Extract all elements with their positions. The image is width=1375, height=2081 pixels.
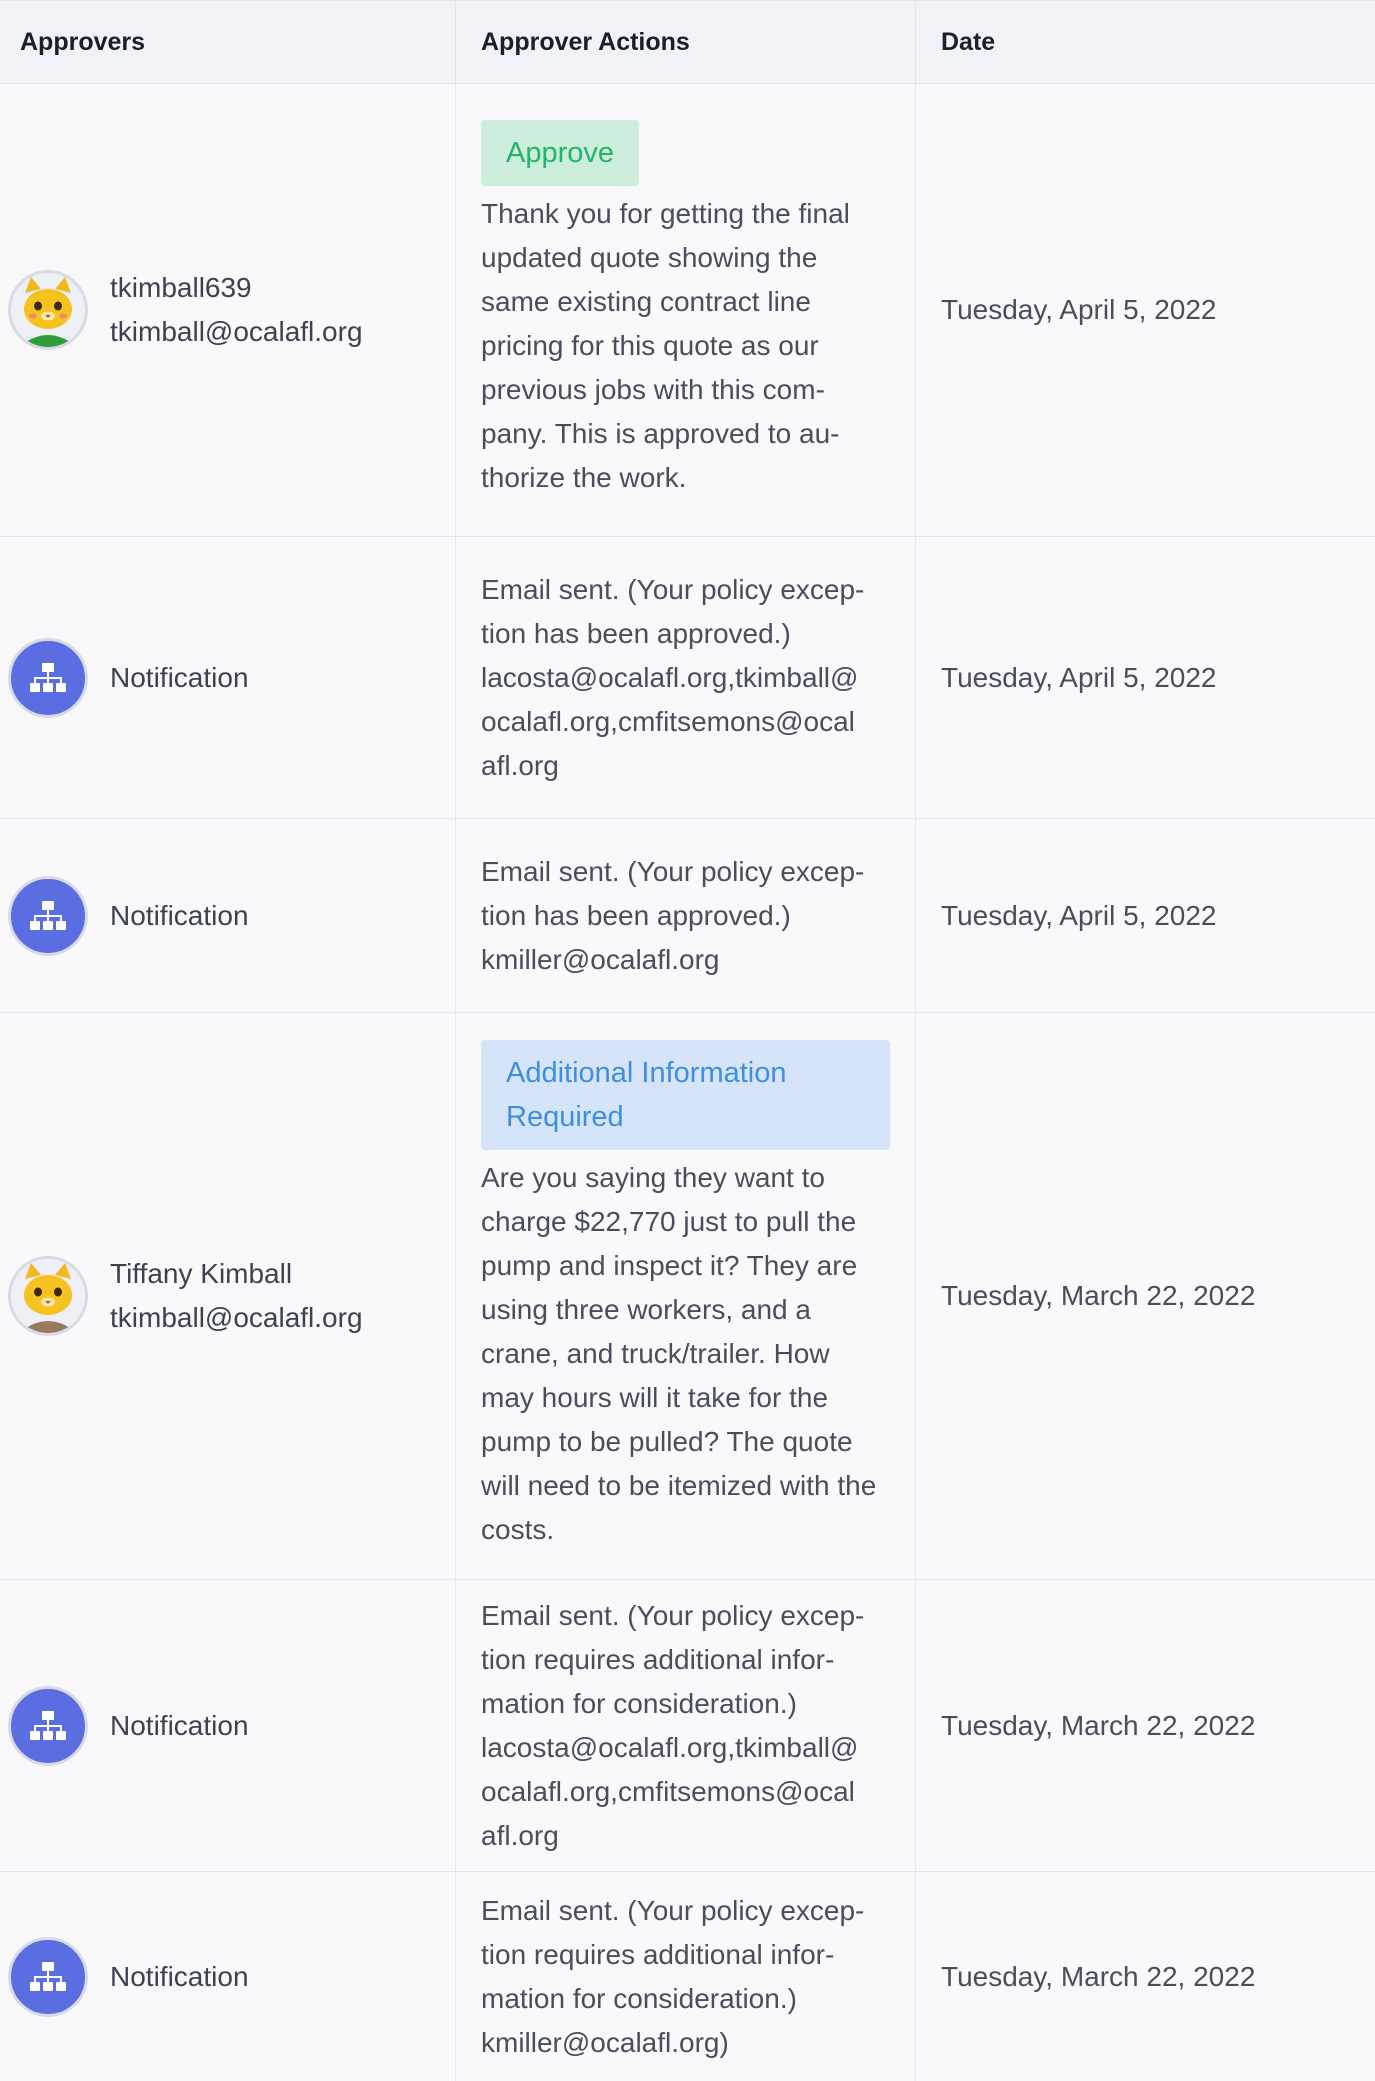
header-approver-actions[interactable]: Approver Actions bbox=[456, 1, 916, 83]
approver-name: tkimball639 bbox=[110, 272, 252, 303]
action-comment: Are you saying they want to charge $22,7… bbox=[481, 1162, 877, 1545]
workflow-icon bbox=[8, 1685, 88, 1766]
approvals-table: Approvers Approver Actions Date tkimball… bbox=[0, 0, 1375, 2081]
header-approvers[interactable]: Approvers bbox=[0, 1, 456, 83]
action-comment: Email sent. (Your policy excep-tion has … bbox=[481, 855, 865, 975]
date-cell: Tuesday, March 22, 2022 bbox=[941, 1960, 1256, 1992]
approver-cell: Notification bbox=[0, 819, 456, 1012]
action-comment: Thank you for getting the final updated … bbox=[481, 198, 850, 493]
approver-email: tkimball@ocalafl.org bbox=[110, 316, 363, 347]
additional-info-badge: Additional Information Required bbox=[481, 1040, 890, 1150]
approver-name: Notification bbox=[110, 1709, 249, 1741]
date-cell: Tuesday, April 5, 2022 bbox=[941, 899, 1217, 931]
approver-cell: Notification bbox=[0, 537, 456, 818]
date-cell: Tuesday, April 5, 2022 bbox=[941, 661, 1217, 693]
approver-cell: Notification bbox=[0, 1580, 456, 1871]
cat-avatar-icon bbox=[8, 1256, 88, 1336]
table-row: Tiffany Kimball tkimball@ocalafl.org Add… bbox=[0, 1013, 1375, 1580]
approver-email: tkimball@ocalafl.org bbox=[110, 1302, 363, 1333]
approver-name: Notification bbox=[110, 899, 249, 931]
action-cell: Email sent. (Your policy excep-tion has … bbox=[456, 819, 916, 1012]
header-date[interactable]: Date bbox=[916, 1, 1375, 83]
table-header: Approvers Approver Actions Date bbox=[0, 1, 1375, 84]
date-cell: Tuesday, March 22, 2022 bbox=[941, 1709, 1256, 1741]
approver-name: Notification bbox=[110, 1960, 249, 1992]
cat-avatar-icon bbox=[8, 270, 88, 350]
approver-info: tkimball639 tkimball@ocalafl.org bbox=[110, 266, 363, 354]
approver-cell: Notification bbox=[0, 1872, 456, 2081]
approver-name: Tiffany Kimball bbox=[110, 1258, 293, 1289]
approver-info: Notification bbox=[110, 1955, 249, 1999]
table-row: Notification Email sent. (Your policy ex… bbox=[0, 1872, 1375, 2081]
action-comment: Email sent. (Your policy excep-tion has … bbox=[481, 573, 865, 781]
action-cell: Approve Thank you for getting the final … bbox=[456, 84, 916, 536]
action-comment: Email sent. (Your policy excep-tion requ… bbox=[481, 1599, 865, 1851]
action-cell: Email sent. (Your policy excep-tion has … bbox=[456, 537, 916, 818]
approver-info: Notification bbox=[110, 656, 249, 700]
approver-info: Notification bbox=[110, 894, 249, 938]
approver-info: Notification bbox=[110, 1704, 249, 1748]
workflow-icon bbox=[8, 875, 88, 956]
approver-cell: Tiffany Kimball tkimball@ocalafl.org bbox=[0, 1013, 456, 1579]
approver-name: Notification bbox=[110, 661, 249, 693]
table-row: Notification Email sent. (Your policy ex… bbox=[0, 537, 1375, 819]
workflow-icon bbox=[8, 1936, 88, 2017]
table-row: Notification Email sent. (Your policy ex… bbox=[0, 819, 1375, 1013]
table-row: Notification Email sent. (Your policy ex… bbox=[0, 1580, 1375, 1872]
approve-badge: Approve bbox=[481, 120, 640, 186]
date-cell: Tuesday, March 22, 2022 bbox=[941, 1280, 1256, 1311]
approver-cell: tkimball639 tkimball@ocalafl.org bbox=[0, 84, 456, 536]
action-cell: Email sent. (Your policy excep-tion requ… bbox=[456, 1872, 916, 2081]
table-row: tkimball639 tkimball@ocalafl.org Approve… bbox=[0, 84, 1375, 537]
date-cell: Tuesday, April 5, 2022 bbox=[941, 294, 1217, 325]
action-cell: Additional Information Required Are you … bbox=[456, 1013, 916, 1579]
approver-info: Tiffany Kimball tkimball@ocalafl.org bbox=[110, 1252, 363, 1340]
workflow-icon bbox=[8, 637, 88, 718]
action-comment: Email sent. (Your policy excep-tion requ… bbox=[481, 1894, 865, 2058]
action-cell: Email sent. (Your policy excep-tion requ… bbox=[456, 1580, 916, 1871]
